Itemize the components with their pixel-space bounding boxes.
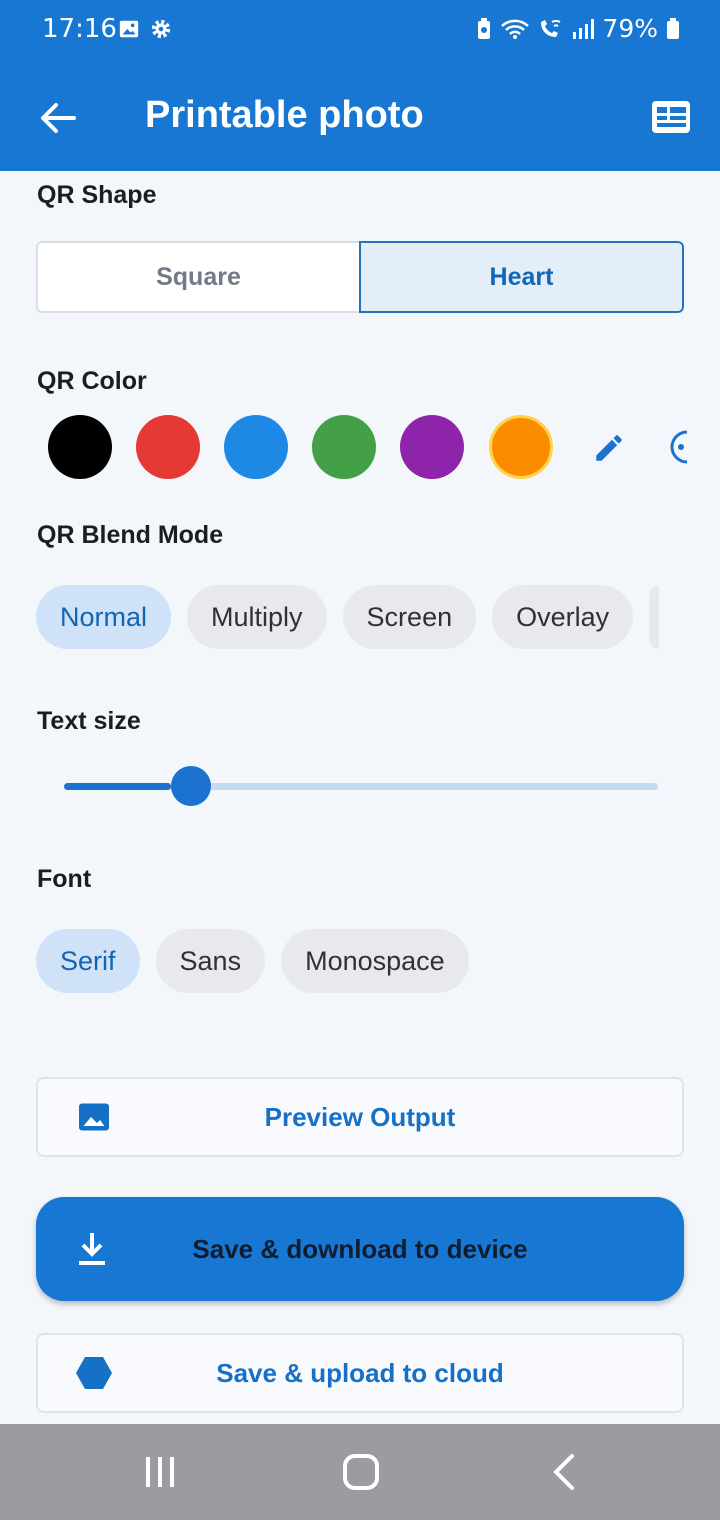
page-title: Printable photo — [145, 94, 424, 136]
hexagon-icon — [76, 1357, 112, 1389]
status-bar: 17:16 79% — [0, 0, 720, 60]
color-swatch-green[interactable] — [312, 415, 376, 479]
save-upload-label: Save & upload to cloud — [216, 1357, 504, 1388]
shape-square-option[interactable]: Square — [36, 241, 359, 313]
recent-apps-button[interactable] — [136, 1448, 184, 1496]
text-size-label: Text size — [37, 707, 141, 735]
recent-apps-icon — [146, 1457, 174, 1487]
home-button[interactable] — [337, 1448, 385, 1496]
battery-saver-icon — [478, 17, 491, 39]
preview-output-button[interactable]: Preview Output — [36, 1077, 684, 1157]
color-swatch-row — [47, 415, 687, 481]
text-size-slider[interactable] — [64, 760, 658, 812]
blend-screen-chip[interactable]: Screen — [342, 585, 477, 649]
save-upload-button[interactable]: Save & upload to cloud — [36, 1333, 684, 1413]
font-chips: Serif Sans Monospace — [36, 929, 469, 993]
qr-shape-toggle: Square Heart — [36, 241, 684, 313]
blend-overlay-chip[interactable]: Overlay — [492, 585, 634, 649]
qr-shape-label: QR Shape — [37, 181, 157, 209]
color-swatch-red[interactable] — [136, 415, 200, 479]
image-icon — [79, 1103, 109, 1131]
view-list-icon — [652, 101, 690, 133]
color-swatch-orange[interactable] — [489, 415, 553, 479]
blend-normal-chip[interactable]: Normal — [36, 585, 172, 649]
chevron-left-icon — [553, 1454, 574, 1490]
status-time: 17:16 — [42, 14, 117, 44]
preview-output-label: Preview Output — [264, 1101, 456, 1132]
shape-heart-option[interactable]: Heart — [359, 241, 684, 313]
signal-icon — [573, 18, 595, 39]
back-button[interactable] — [36, 96, 80, 140]
image-icon — [119, 20, 139, 38]
wifi-icon — [501, 19, 530, 39]
font-monospace-chip[interactable]: Monospace — [281, 929, 469, 993]
home-icon — [343, 1454, 379, 1490]
font-serif-chip[interactable]: Serif — [36, 929, 140, 993]
slider-fill — [64, 783, 171, 790]
battery-icon — [667, 17, 679, 39]
blend-more-chip[interactable] — [649, 585, 660, 649]
battery-percent: 79% — [602, 14, 658, 43]
save-download-button[interactable]: Save & download to device — [36, 1197, 684, 1301]
nav-back-button[interactable] — [540, 1448, 588, 1496]
slider-thumb[interactable] — [170, 766, 211, 806]
color-swatch-black[interactable] — [48, 415, 112, 479]
back-arrow-icon — [41, 103, 76, 133]
system-nav-bar — [0, 1424, 720, 1520]
blend-multiply-chip[interactable]: Multiply — [187, 585, 327, 649]
view-list-button[interactable] — [650, 96, 692, 138]
font-label: Font — [37, 865, 92, 893]
blend-mode-label: QR Blend Mode — [37, 521, 224, 549]
color-swatch-purple[interactable] — [400, 415, 464, 479]
app-bar: Printable photo — [0, 60, 720, 171]
color-picker-icon[interactable] — [669, 429, 687, 465]
color-swatch-blue[interactable] — [224, 415, 288, 479]
gear-icon — [151, 19, 171, 39]
edit-pencil-icon[interactable] — [592, 431, 626, 465]
save-download-label: Save & download to device — [192, 1233, 528, 1264]
font-sans-chip[interactable]: Sans — [155, 929, 266, 993]
download-icon — [79, 1233, 105, 1265]
wifi-call-icon — [541, 19, 561, 37]
blend-mode-chips: Normal Multiply Screen Overlay — [36, 585, 684, 649]
qr-color-label: QR Color — [37, 367, 147, 395]
